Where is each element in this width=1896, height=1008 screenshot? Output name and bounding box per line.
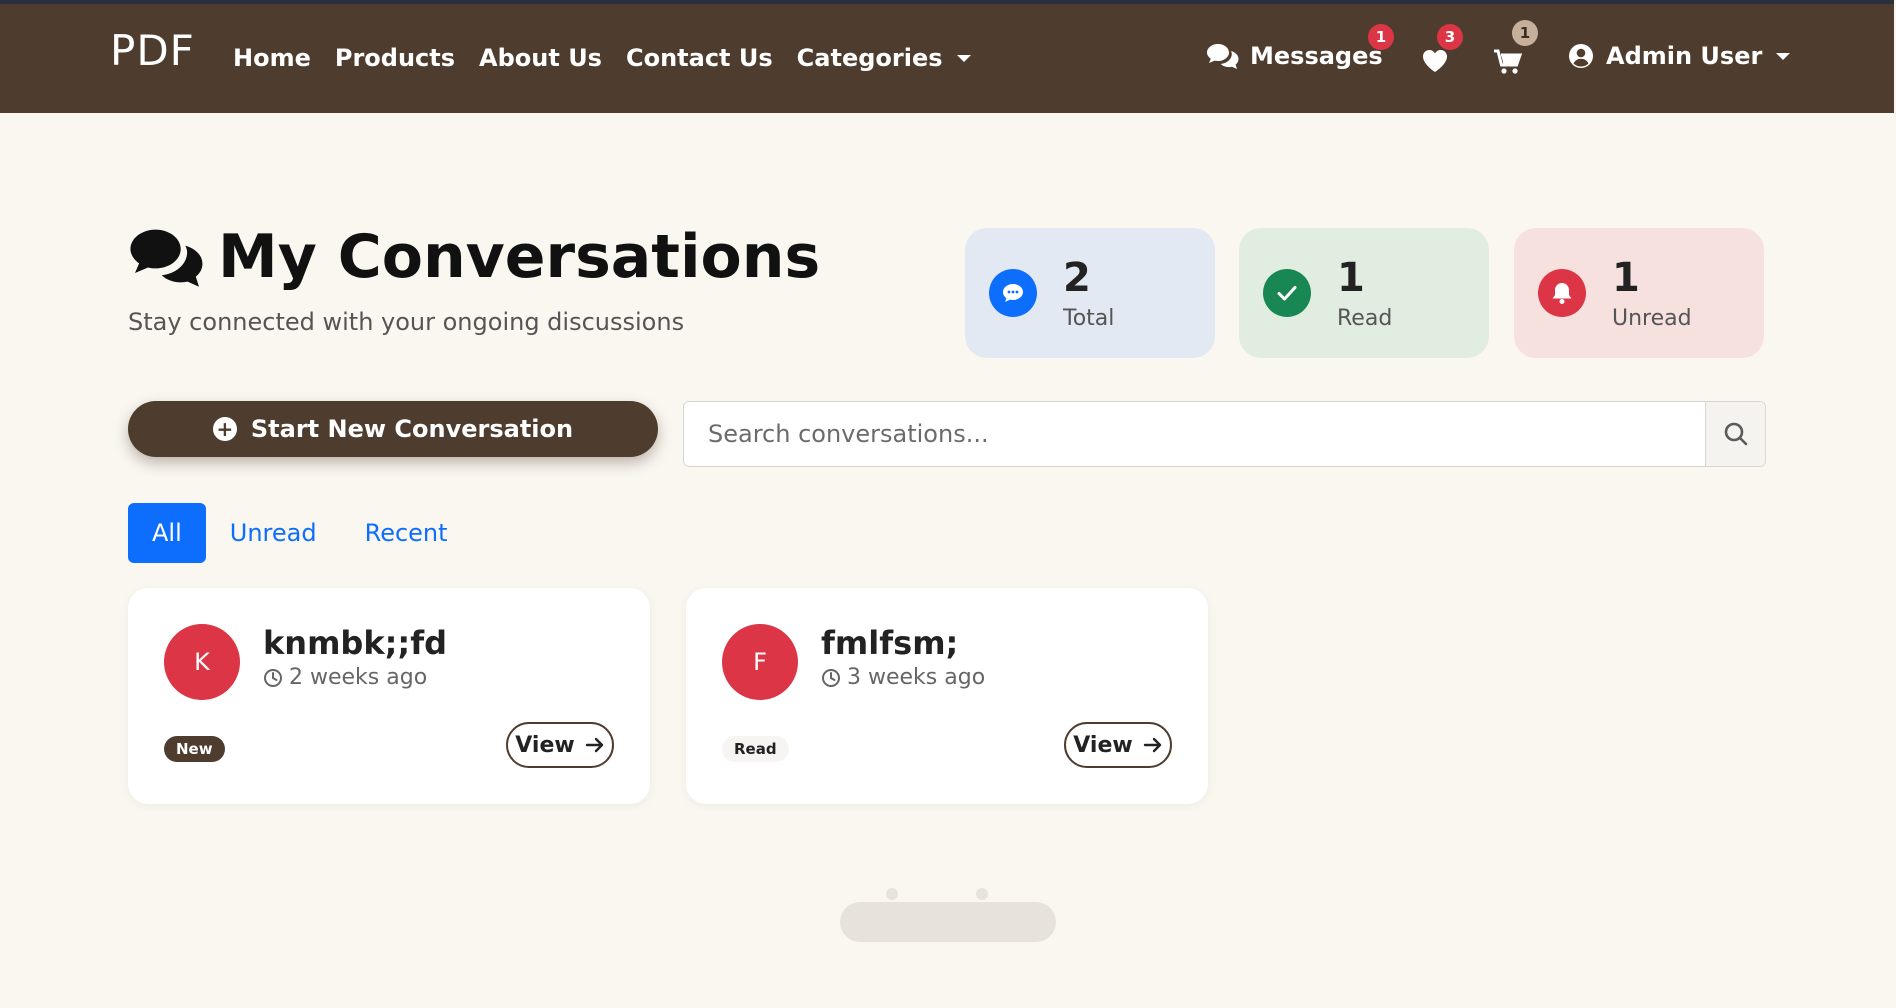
status-badge: Read	[722, 736, 789, 762]
watermark-logo	[832, 880, 1064, 954]
stat-read-label: Read	[1337, 305, 1393, 331]
cart-icon	[1494, 49, 1523, 74]
nav-cart[interactable]	[1493, 48, 1523, 76]
heart-icon	[1423, 50, 1447, 72]
chat-dots-icon	[1003, 284, 1023, 302]
messages-badge: 1	[1368, 24, 1394, 50]
search-group	[683, 401, 1766, 467]
nav-link-home[interactable]: Home	[233, 44, 311, 72]
view-button-label: View	[1073, 732, 1133, 758]
arrow-right-icon	[585, 737, 603, 753]
stat-body: 2 Total	[1063, 256, 1114, 331]
search-icon	[1724, 422, 1747, 446]
bell-icon	[1552, 283, 1572, 304]
conversation-time: 2 weeks ago	[263, 665, 427, 690]
categories-label: Categories	[796, 44, 943, 72]
nav-dropdown-categories[interactable]: Categories	[797, 44, 971, 72]
stat-unread-value: 1	[1612, 254, 1640, 301]
view-conversation-button[interactable]: View	[506, 722, 614, 768]
tab-unread[interactable]: Unread	[206, 503, 341, 563]
status-badge: New	[164, 736, 225, 762]
nav-wishlist[interactable]	[1421, 48, 1449, 74]
messages-label: Messages	[1250, 42, 1383, 70]
nav-user-menu[interactable]: Admin User	[1568, 42, 1791, 70]
nav-link-contact[interactable]: Contact Us	[626, 44, 773, 72]
stat-unread-label: Unread	[1612, 305, 1692, 331]
avatar: K	[164, 624, 240, 700]
stat-card-read: 1 Read	[1239, 228, 1489, 358]
conversation-name: fmlfsm;	[821, 624, 959, 662]
view-button-label: View	[515, 732, 575, 758]
nav-link-products[interactable]: Products	[335, 44, 455, 72]
chat-bubbles-icon	[130, 229, 203, 287]
stat-icon-circle	[989, 269, 1037, 317]
stat-card-total: 2 Total	[965, 228, 1215, 358]
caret-down-icon	[1776, 52, 1791, 60]
stat-body: 1 Unread	[1612, 256, 1692, 331]
page-title-text: My Conversations	[218, 222, 821, 292]
view-conversation-button[interactable]: View	[1064, 722, 1172, 768]
plus-circle-icon: +	[212, 417, 237, 441]
clock-icon	[264, 668, 282, 687]
stat-total-value: 2	[1063, 254, 1091, 301]
nav-links: Home Products About Us Contact Us Catego…	[233, 44, 995, 72]
wishlist-badge: 3	[1437, 24, 1463, 50]
conversation-name: knmbk;;fd	[263, 624, 448, 662]
user-label: Admin User	[1606, 42, 1763, 70]
stat-icon-circle	[1263, 269, 1311, 317]
page-title: My Conversations	[128, 222, 820, 292]
caret-down-icon	[956, 54, 971, 62]
avatar: F	[722, 624, 798, 700]
conversation-card[interactable]: F fmlfsm; 3 weeks ago Read View	[686, 588, 1208, 804]
conversation-card[interactable]: K knmbk;;fd 2 weeks ago New View	[128, 588, 650, 804]
chat-bubbles-icon	[1207, 44, 1239, 69]
nav-messages[interactable]: Messages	[1206, 42, 1383, 70]
top-navbar: PDF Home Products About Us Contact Us Ca…	[0, 0, 1894, 113]
search-button[interactable]	[1705, 402, 1765, 466]
conversation-time-text: 3 weeks ago	[847, 665, 986, 690]
filter-tabs: All Unread Recent	[128, 503, 472, 563]
check-icon	[1277, 286, 1297, 301]
stat-card-unread: 1 Unread	[1514, 228, 1764, 358]
cart-badge: 1	[1512, 20, 1538, 46]
start-new-conversation-button[interactable]: + Start New Conversation	[128, 401, 658, 457]
conversation-time: 3 weeks ago	[821, 665, 985, 690]
conversation-time-text: 2 weeks ago	[289, 665, 428, 690]
stat-total-label: Total	[1063, 305, 1115, 331]
nav-link-about[interactable]: About Us	[479, 44, 602, 72]
user-circle-icon	[1569, 44, 1593, 68]
start-button-label: Start New Conversation	[250, 415, 574, 443]
clock-icon	[822, 668, 840, 687]
watermark-mark	[840, 888, 1056, 942]
page-subtitle: Stay connected with your ongoing discuss…	[128, 308, 685, 336]
brand-logo[interactable]: PDF	[110, 26, 195, 75]
search-input[interactable]	[684, 402, 1706, 466]
stat-body: 1 Read	[1337, 256, 1392, 331]
tab-all[interactable]: All	[128, 503, 206, 563]
arrow-right-icon	[1143, 737, 1161, 753]
stat-read-value: 1	[1337, 254, 1365, 301]
tab-recent[interactable]: Recent	[341, 503, 472, 563]
stat-icon-circle	[1538, 269, 1586, 317]
